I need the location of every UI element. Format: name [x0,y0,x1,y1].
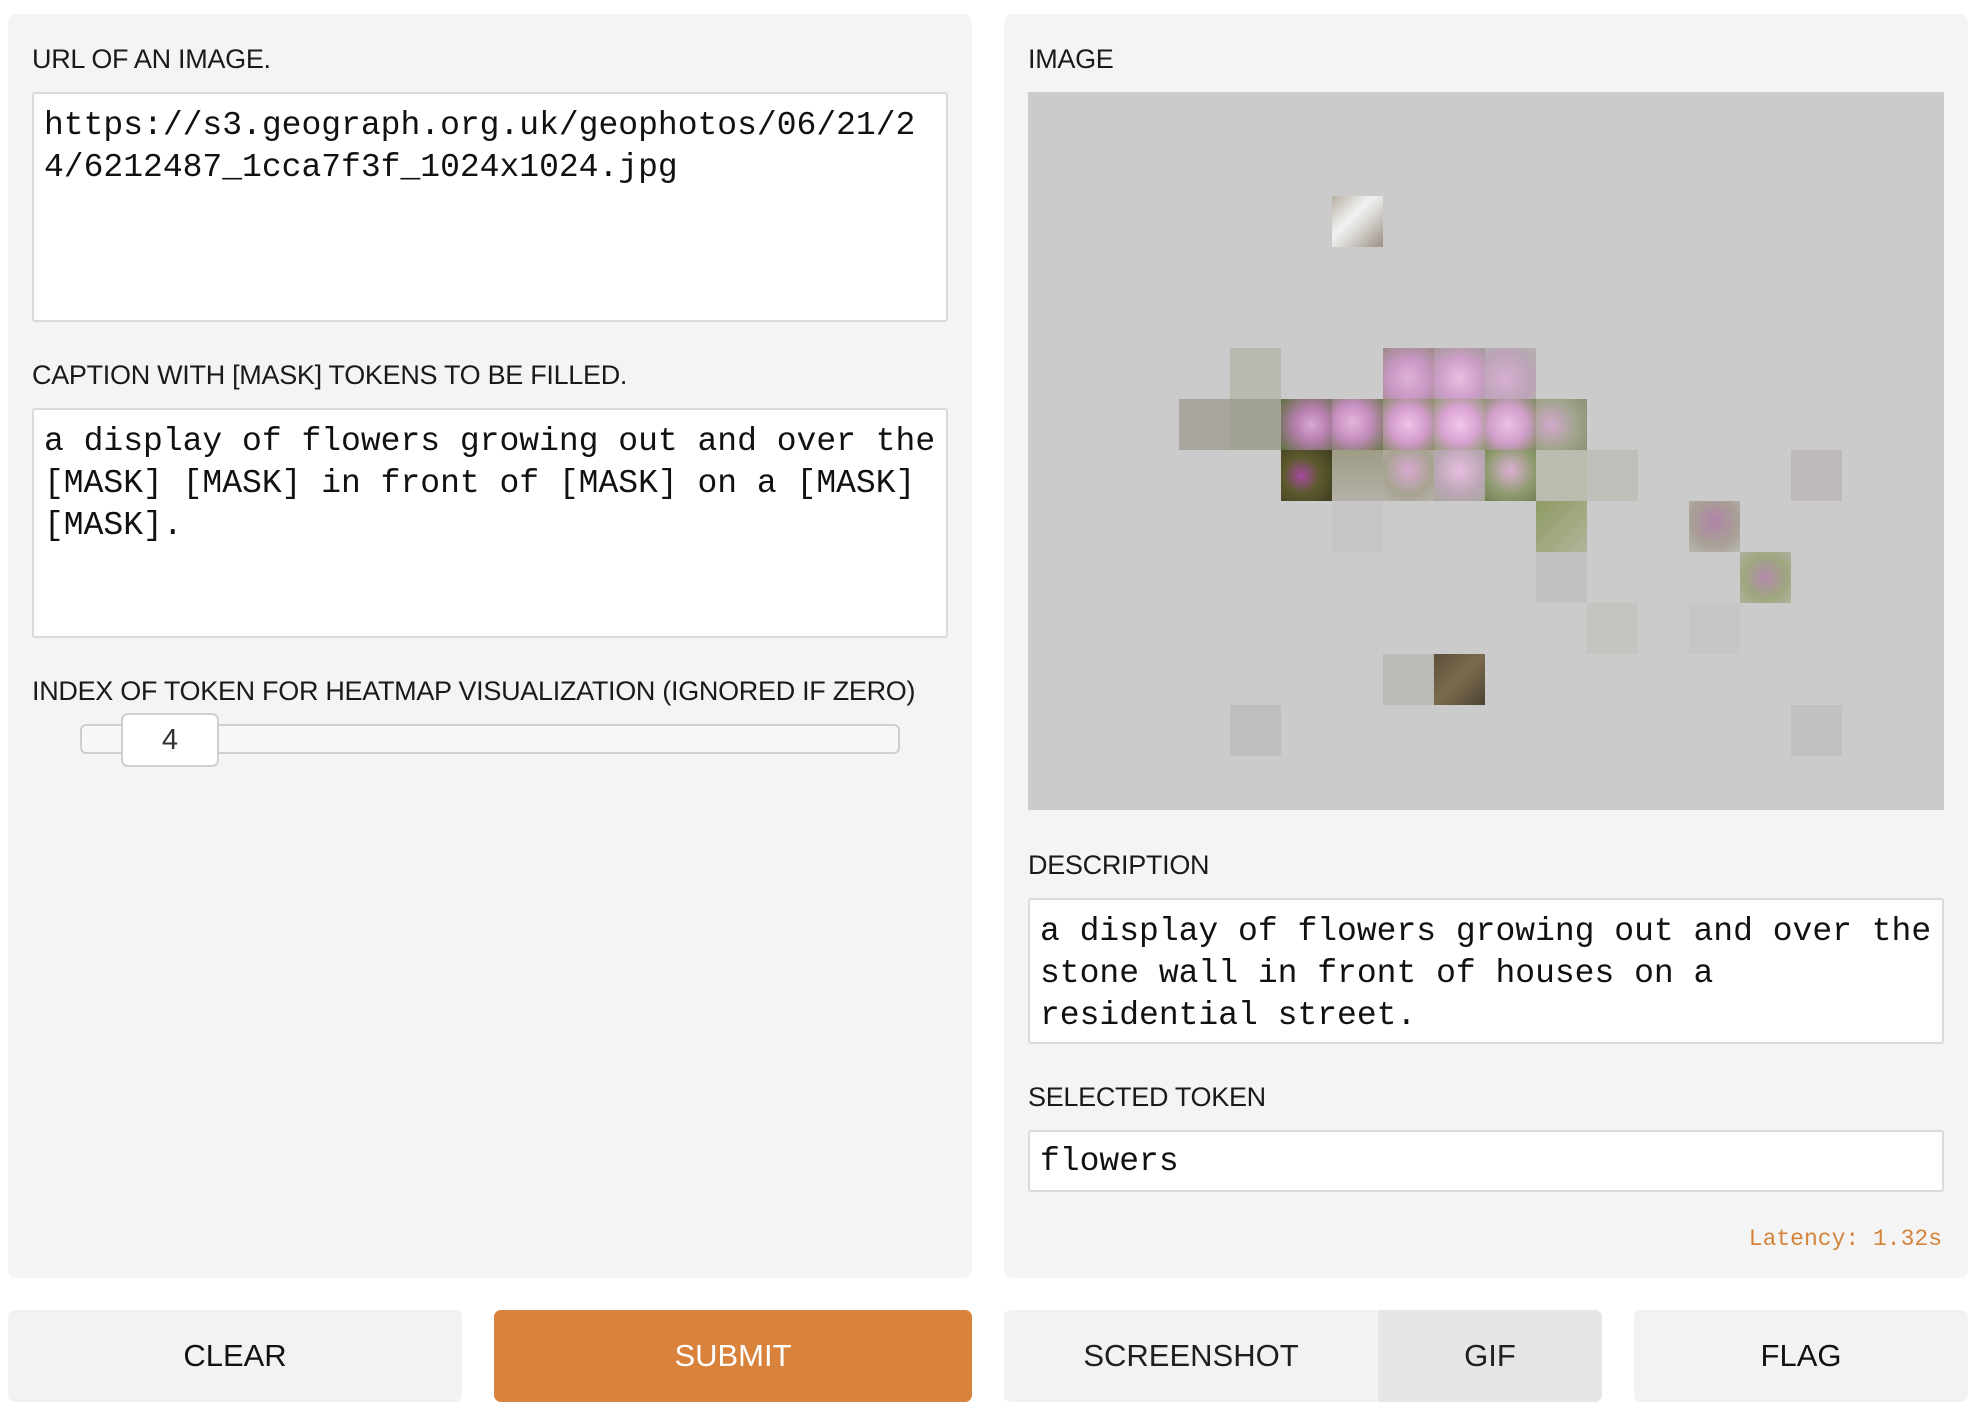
clear-button[interactable]: CLEAR [8,1310,462,1402]
image-label: IMAGE [1028,44,1114,74]
screenshot-gif-button-group: SCREENSHOT GIF [1004,1310,1602,1402]
submit-button[interactable]: SUBMIT [494,1310,972,1402]
url-input[interactable]: https://s3.geograph.org.uk/geophotos/06/… [32,92,948,322]
image-patch [1230,705,1281,756]
latency-text: Latency: 1.32s [1748,1226,1942,1252]
image-patch [1485,348,1536,399]
image-patch [1587,450,1638,501]
image-patch [1536,399,1587,450]
screenshot-button[interactable]: SCREENSHOT [1004,1310,1378,1402]
description-label: DESCRIPTION [1028,850,1210,880]
image-patch [1383,399,1434,450]
image-patch [1740,552,1791,603]
image-patch [1485,450,1536,501]
token-index-label: INDEX OF TOKEN FOR HEATMAP VISUALIZATION… [32,676,916,706]
image-patch [1332,501,1383,552]
image-patch [1434,450,1485,501]
description-output: a display of flowers growing out and ove… [1028,898,1944,1044]
image-patch [1383,348,1434,399]
image-patch [1230,348,1281,399]
caption-input[interactable]: a display of flowers growing out and ove… [32,408,948,638]
image-patch [1383,450,1434,501]
gif-button[interactable]: GIF [1378,1310,1602,1402]
image-patch [1434,654,1485,705]
image-patch [1536,552,1587,603]
image-patch [1689,501,1740,552]
image-patch [1536,450,1587,501]
image-patch [1587,603,1638,654]
flag-button[interactable]: FLAG [1634,1310,1968,1402]
image-patch [1230,399,1281,450]
image-patch [1791,705,1842,756]
image-patch [1536,501,1587,552]
image-patch [1434,399,1485,450]
url-label: URL OF AN IMAGE. [32,44,271,74]
image-patch [1332,450,1383,501]
image-patch [1689,603,1740,654]
image-patch [1791,450,1842,501]
selected-token-label: SELECTED TOKEN [1028,1082,1266,1112]
image-patch [1179,399,1230,450]
image-patch [1332,399,1383,450]
image-patch [1485,399,1536,450]
selected-token-output: flowers [1028,1130,1944,1192]
caption-label: CAPTION WITH [MASK] TOKENS TO BE FILLED. [32,360,628,390]
heatmap-image [1028,92,1944,810]
token-index-slider-thumb[interactable]: 4 [121,713,219,767]
image-patch [1434,348,1485,399]
image-patch [1281,399,1332,450]
image-patch [1281,450,1332,501]
image-patch [1332,196,1383,247]
image-patch [1383,654,1434,705]
